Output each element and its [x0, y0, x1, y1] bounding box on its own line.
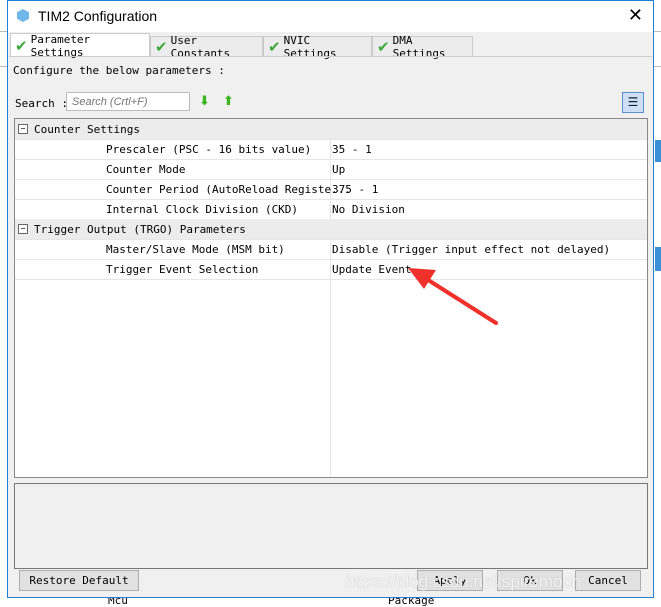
- watermark: https://blog.csdn.net/spiremoon: [345, 572, 582, 591]
- annotation-arrow: [408, 268, 498, 325]
